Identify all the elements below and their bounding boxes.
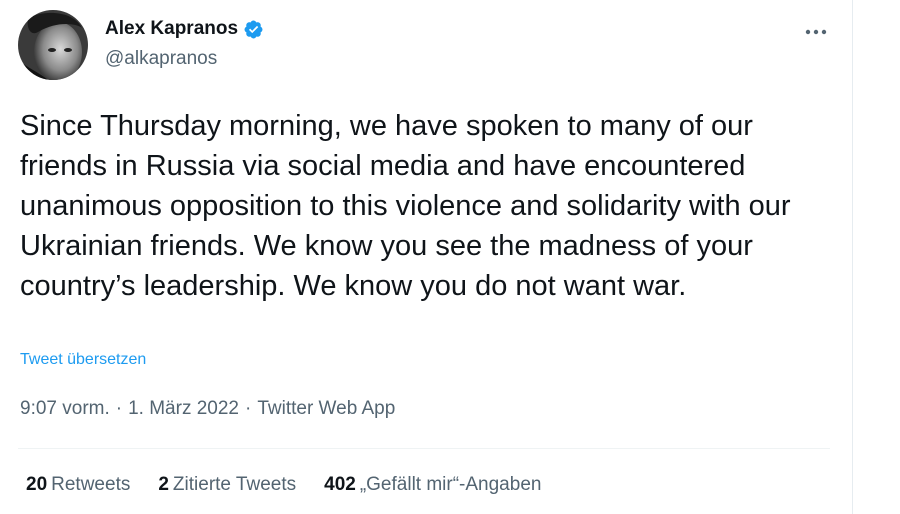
meta-separator: ·: [245, 398, 252, 419]
quote-tweets-count: 2: [158, 474, 169, 495]
translate-tweet-link[interactable]: Tweet übersetzen: [20, 351, 146, 369]
tweet-meta: 9:07 vorm. · 1. März 2022 · Twitter Web …: [20, 398, 395, 420]
likes-label: „Gefällt mir“-Angaben: [359, 474, 542, 495]
avatar-image: [18, 10, 88, 80]
tweet-stats: 20 Retweets 2 Zitierte Tweets 402 „Gefällt …: [26, 474, 541, 496]
author-handle[interactable]: @alkapranos: [105, 48, 217, 70]
divider: [18, 448, 830, 449]
tweet-text: Since Thursday morning, we have spoken t…: [20, 110, 791, 302]
tweet-time[interactable]: 9:07 vorm.: [20, 398, 110, 420]
tweet-date[interactable]: 1. März 2022: [128, 398, 239, 420]
author-display-name[interactable]: Alex Kapranos: [105, 18, 238, 40]
likes-count: 402: [324, 474, 356, 495]
retweets-stat[interactable]: 20 Retweets: [26, 474, 130, 496]
tweet-card: Alex Kapranos @alkapranos Since Thursday…: [0, 0, 852, 514]
quote-tweets-label: Zitierte Tweets: [172, 474, 297, 495]
verified-badge-icon: [243, 19, 264, 40]
column-divider: [852, 0, 853, 514]
likes-stat[interactable]: 402 „Gefällt mir“-Angaben: [324, 474, 541, 496]
author-name-row: Alex Kapranos: [105, 18, 264, 40]
quote-tweets-stat[interactable]: 2 Zitierte Tweets: [158, 474, 296, 496]
more-options-icon: [805, 29, 827, 35]
tweet-source[interactable]: Twitter Web App: [257, 398, 395, 420]
avatar[interactable]: [18, 10, 88, 80]
more-options-button[interactable]: [800, 16, 832, 48]
meta-separator: ·: [115, 398, 123, 419]
retweets-label: Retweets: [51, 474, 131, 495]
retweets-count: 20: [26, 474, 48, 495]
